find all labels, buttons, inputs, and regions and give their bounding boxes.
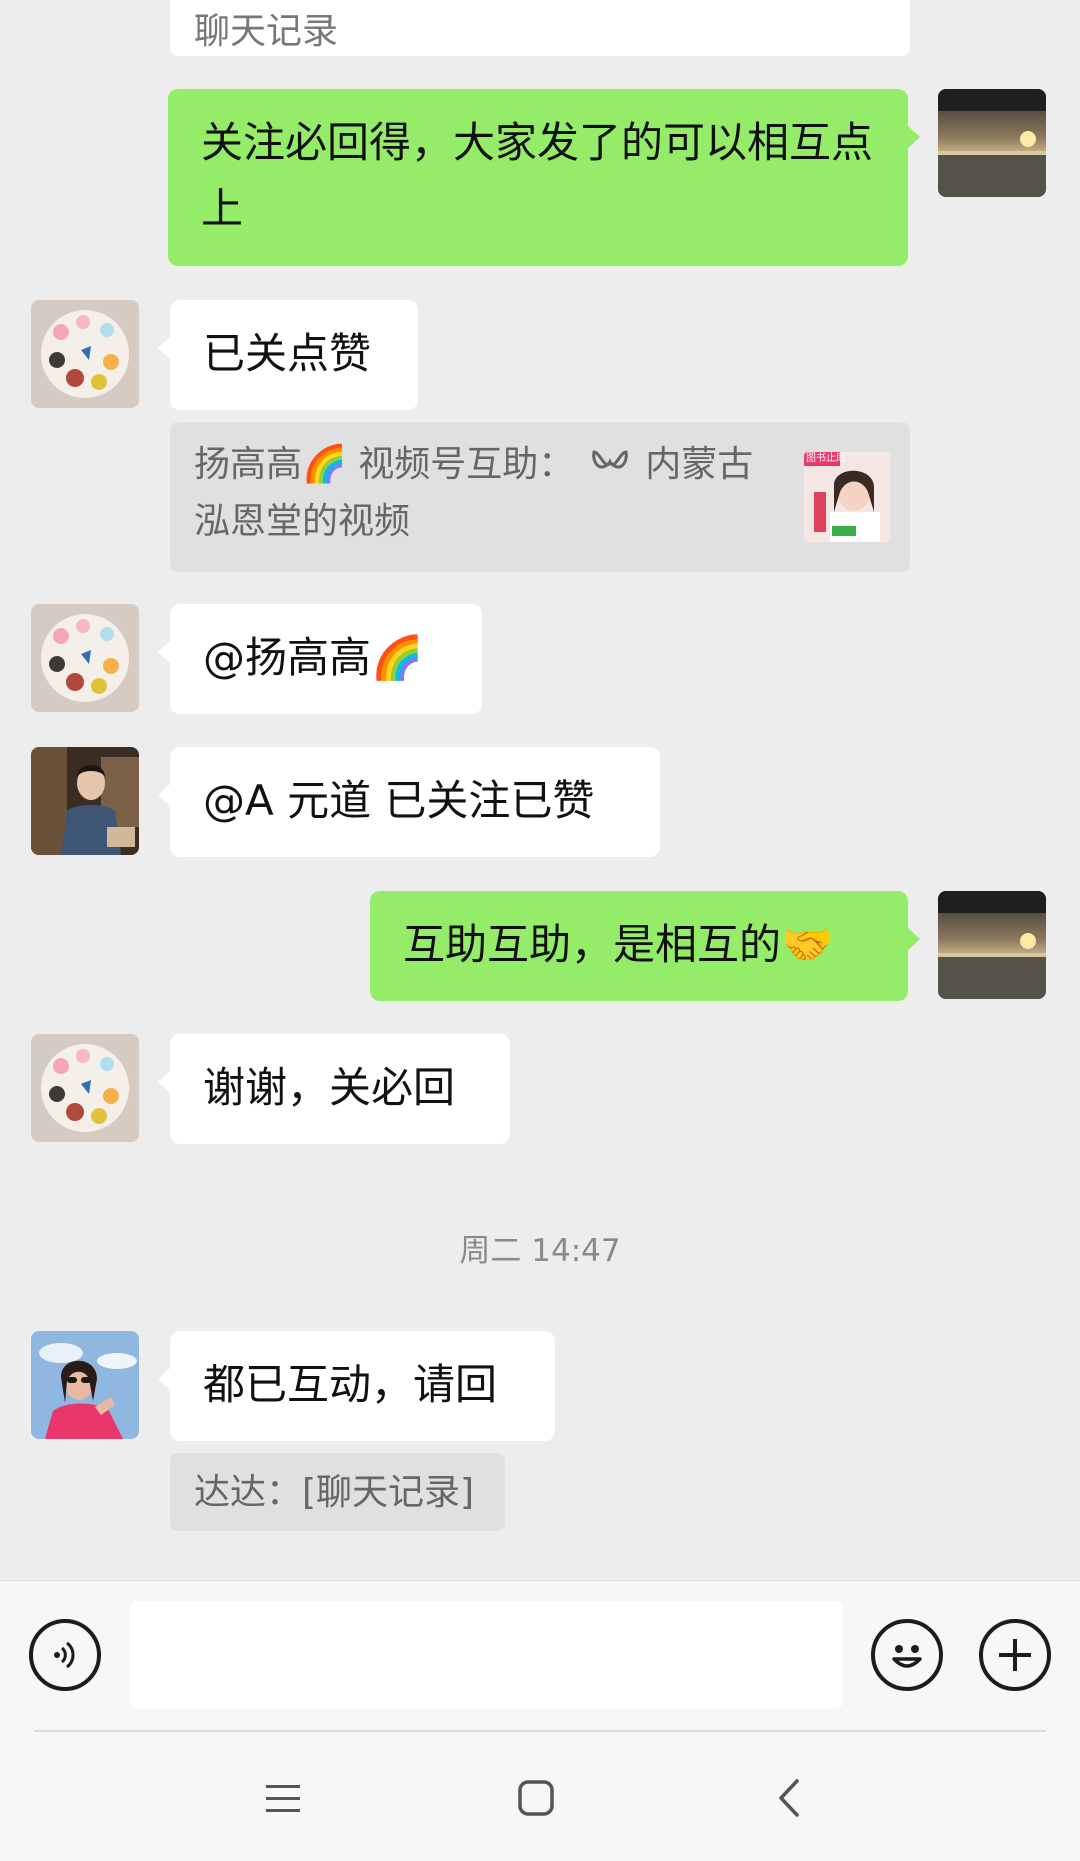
message-text: 谢谢，关必回 bbox=[203, 1063, 456, 1112]
quoted-channel-video[interactable]: 扬高高🌈 视频号互助： 内蒙古泓恩堂的视频 图书止库 bbox=[170, 422, 910, 572]
avatar-contact-woman[interactable] bbox=[31, 1331, 139, 1439]
plus-icon bbox=[999, 1639, 1031, 1671]
message-text: 已关点赞 bbox=[203, 329, 372, 378]
voice-icon bbox=[54, 1641, 75, 1669]
message-text: 互助互助，是相互的🤝 bbox=[403, 920, 834, 969]
voice-button[interactable] bbox=[29, 1619, 101, 1691]
avatar-man-image bbox=[31, 747, 139, 855]
avatar-self[interactable] bbox=[938, 89, 1046, 197]
quote-text: 扬高高🌈 视频号互助： bbox=[194, 444, 575, 485]
avatar-contact-plate[interactable] bbox=[31, 604, 139, 712]
more-button[interactable] bbox=[979, 1619, 1051, 1691]
home-icon bbox=[518, 1780, 554, 1816]
home-button[interactable] bbox=[513, 1775, 559, 1821]
message-bubble-other[interactable]: 谢谢，关必回 bbox=[158, 1034, 510, 1144]
message-bubble-other[interactable]: 已关点赞 bbox=[158, 300, 418, 410]
top-quote-card[interactable]: 聊天记录 bbox=[170, 0, 910, 56]
menu-icon bbox=[266, 1785, 300, 1812]
message-text: 都已互动，请回 bbox=[203, 1360, 498, 1409]
emoji-button[interactable] bbox=[871, 1619, 943, 1691]
menu-button[interactable] bbox=[260, 1775, 306, 1821]
avatar-woman-image bbox=[31, 1331, 139, 1439]
message-text: @扬高高🌈 bbox=[203, 633, 424, 682]
emoji-icon bbox=[892, 1645, 922, 1668]
timestamp: 周二 14:47 bbox=[459, 1233, 621, 1269]
back-icon bbox=[779, 1779, 799, 1817]
top-quote-text: 聊天记录 bbox=[194, 11, 339, 52]
avatar-plate-image bbox=[31, 300, 139, 408]
avatar-contact-plate[interactable] bbox=[31, 1034, 139, 1142]
avatar-sunset-image bbox=[938, 89, 1046, 197]
avatar-plate-image bbox=[31, 604, 139, 712]
avatar-self[interactable] bbox=[938, 891, 1046, 999]
back-button[interactable] bbox=[767, 1775, 813, 1821]
message-bubble-self[interactable]: 关注必回得，大家发了的可以相互点上 bbox=[168, 89, 920, 266]
channels-icon bbox=[590, 439, 630, 494]
message-bubble-other[interactable]: 都已互动，请回 bbox=[158, 1331, 555, 1441]
quoted-chat-history[interactable]: 达达：[聊天记录] bbox=[170, 1453, 505, 1531]
message-bubble-other[interactable]: @A 元道 已关注已赞 bbox=[158, 747, 660, 857]
avatar-plate-image bbox=[31, 1034, 139, 1142]
message-text: 关注必回得，大家发了的可以相互点上 bbox=[201, 118, 874, 233]
thumbnail-label: 图书止库 bbox=[806, 453, 846, 464]
message-text: @A 元道 已关注已赞 bbox=[203, 776, 595, 825]
avatar-sunset-image bbox=[938, 891, 1046, 999]
message-bubble-other[interactable]: @扬高高🌈 bbox=[158, 604, 482, 714]
quote-text: 达达：[聊天记录] bbox=[194, 1472, 475, 1513]
message-bubble-self[interactable]: 互助互助，是相互的🤝 bbox=[370, 891, 920, 1001]
divider bbox=[34, 1730, 1046, 1732]
video-thumbnail[interactable]: 图书止库 bbox=[804, 452, 890, 542]
avatar-contact-man[interactable] bbox=[31, 747, 139, 855]
avatar-contact-plate[interactable] bbox=[31, 300, 139, 408]
message-input[interactable] bbox=[130, 1601, 843, 1709]
